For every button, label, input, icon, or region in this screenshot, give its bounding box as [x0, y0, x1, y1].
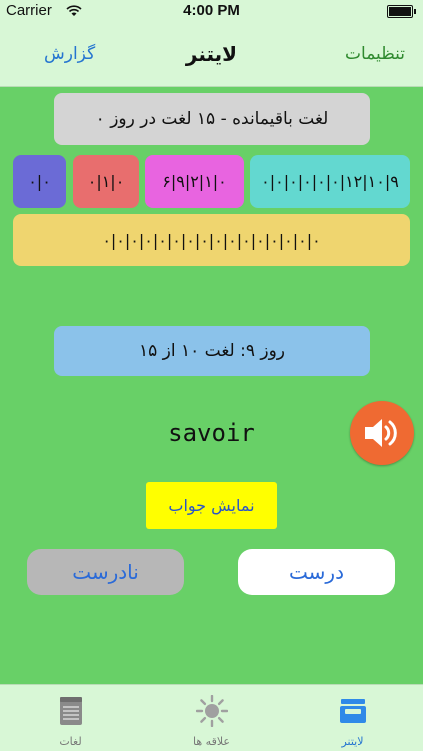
tab-favorites[interactable]: علاقه ها: [141, 685, 282, 751]
remaining-words-summary: ۰ لغت باقیمانده - ۱۵ لغت در روز: [54, 93, 370, 145]
status-bar: Carrier 4:00 PM: [0, 0, 423, 20]
sun-icon: [196, 695, 228, 727]
box-cell-1[interactable]: ۰|۰: [13, 155, 66, 208]
tab-words[interactable]: لغات: [0, 685, 141, 751]
box-cell-4[interactable]: ۰|۰|۰|۰|۰|۰|۱۲|۱۰|۹: [250, 155, 410, 208]
day-progress-label: روز ۹: لغت ۱۰ از ۱۵: [54, 326, 370, 376]
clock: 4:00 PM: [183, 2, 240, 19]
tab-leitner-label: لایتنر: [341, 735, 364, 748]
box-cell-5[interactable]: ۰|۰|۰|۰|۰|۰|۰|۰|۰|۰|۰|۰|۰|۰|۰|۰: [13, 214, 410, 266]
tab-leitner[interactable]: لایتنر: [282, 685, 423, 751]
pronounce-button[interactable]: [350, 401, 414, 465]
inbox-tray-icon: [337, 695, 369, 727]
battery-icon: [387, 5, 416, 18]
wrong-button[interactable]: نادرست: [27, 549, 184, 595]
notepad-icon: [55, 695, 87, 727]
correct-button[interactable]: درست: [238, 549, 395, 595]
tab-words-label: لغات: [59, 735, 82, 748]
navigation-bar: گزارش لایتنر تنظیمات: [0, 20, 423, 87]
speaker-icon: [365, 419, 397, 447]
box-cell-3[interactable]: ۶|۹|۲|۱|۰: [145, 155, 244, 208]
show-answer-button[interactable]: نمایش جواب: [146, 482, 277, 529]
tab-bar: لغات علاقه ها لایتنر: [0, 684, 423, 751]
tab-favorites-label: علاقه ها: [193, 735, 230, 748]
box-cell-2[interactable]: ۰|۱|۰: [73, 155, 139, 208]
settings-button[interactable]: تنظیمات: [345, 44, 405, 64]
